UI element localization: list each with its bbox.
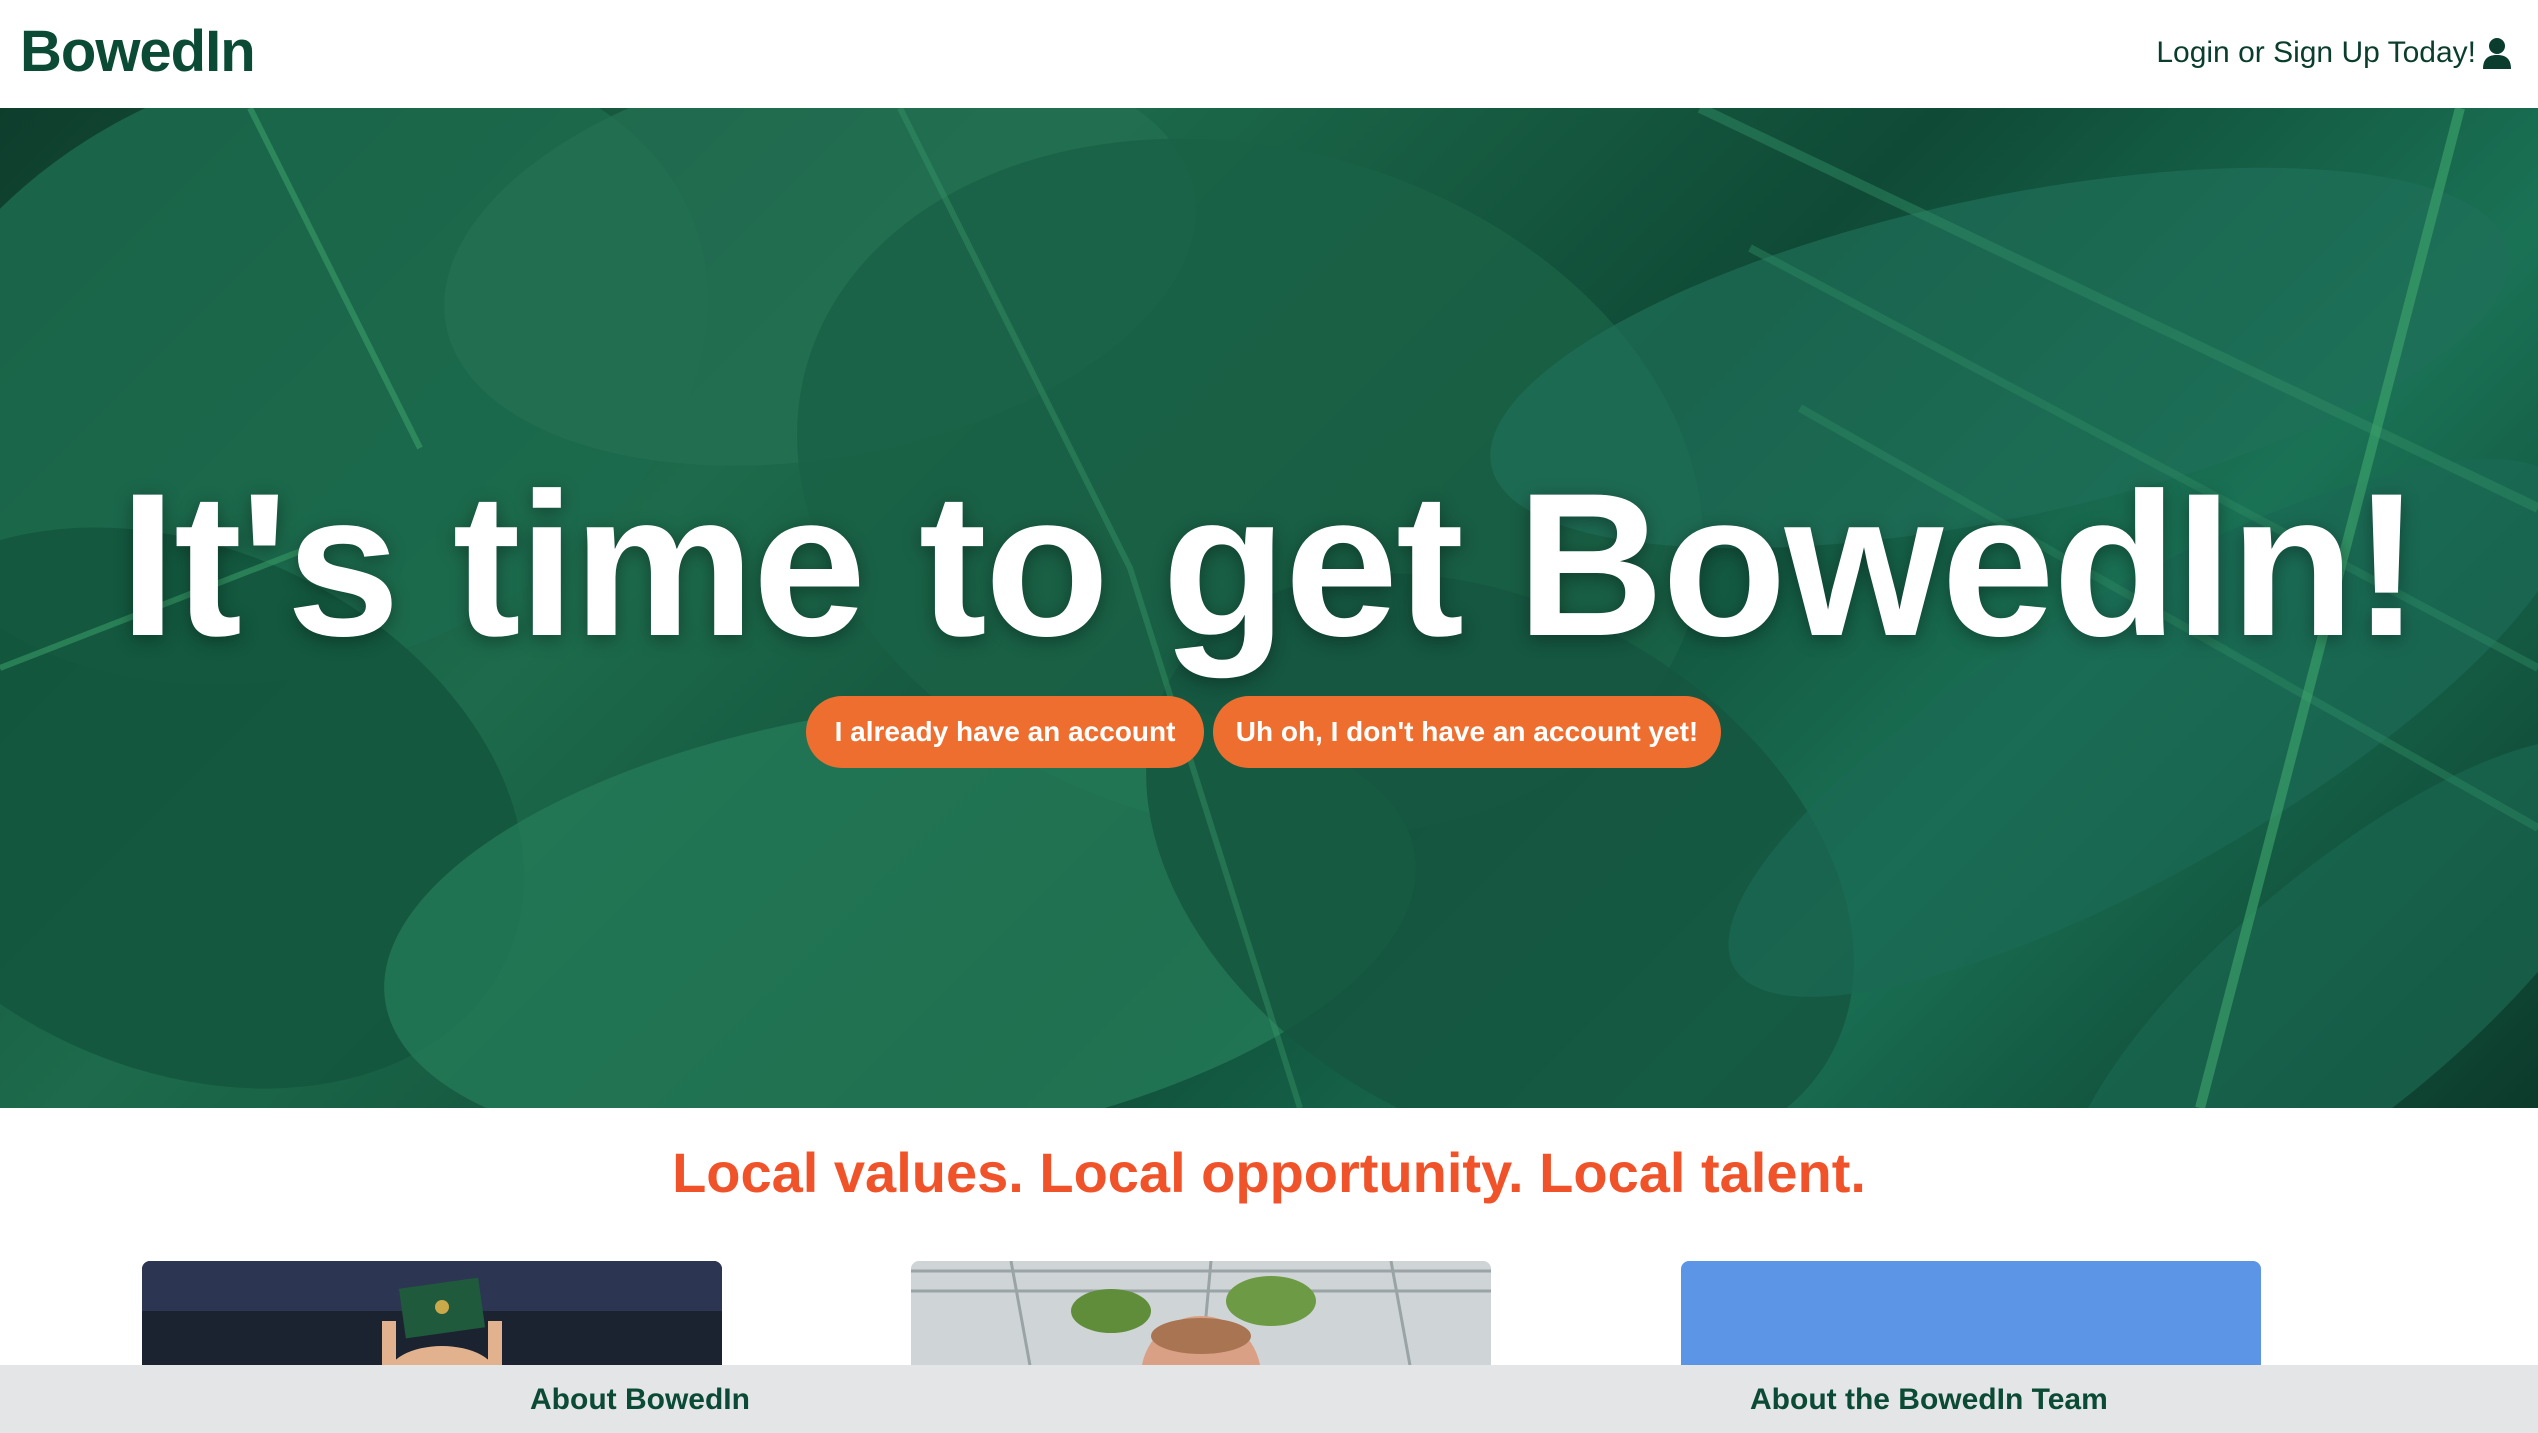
greenhouse-photo (911, 1261, 1491, 1371)
login-signup-link[interactable]: Login or Sign Up Today! (2156, 36, 2512, 70)
existing-account-button[interactable]: I already have an account (806, 696, 1204, 768)
sky-image-card (1681, 1261, 2261, 1371)
greenhouse-image-card (911, 1261, 1491, 1371)
footer-team-link[interactable]: About the BowedIn Team (1750, 1383, 2108, 1417)
graduation-photo (142, 1261, 722, 1371)
footer-bar: About BowedIn About the BowedIn Team (0, 1365, 2538, 1433)
graduation-image-card (142, 1261, 722, 1371)
tagline: Local values. Local opportunity. Local t… (672, 1141, 1866, 1204)
login-signup-label: Login or Sign Up Today! (2156, 36, 2476, 69)
hero-banner: It's time to get BowedIn! I already have… (0, 108, 2538, 1108)
create-account-button[interactable]: Uh oh, I don't have an account yet! (1213, 696, 1721, 768)
brand-logo[interactable]: BowedIn (20, 18, 256, 85)
user-icon (2483, 38, 2511, 69)
navbar: BowedIn Login or Sign Up Today! (0, 0, 2538, 108)
footer-about-link[interactable]: About BowedIn (530, 1383, 750, 1417)
hero-title: It's time to get BowedIn! (119, 451, 2420, 679)
